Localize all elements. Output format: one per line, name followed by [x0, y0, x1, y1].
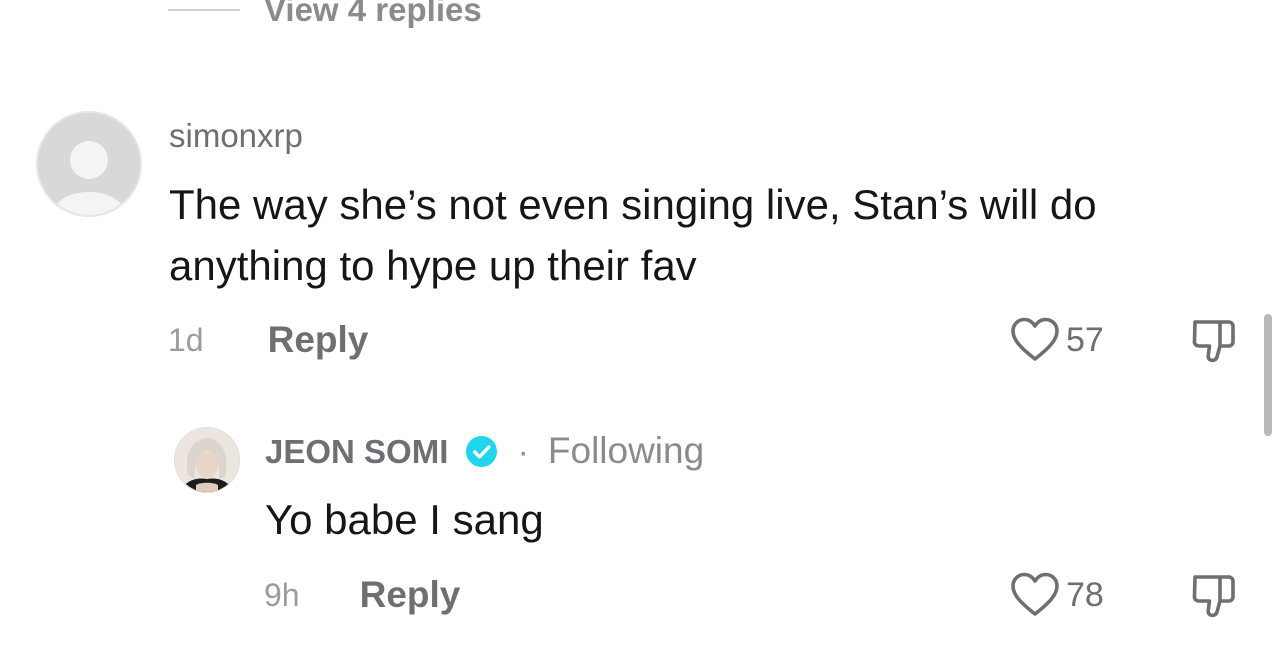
- comment-username[interactable]: JEON SOMI: [265, 433, 448, 470]
- comment-text: The way she’s not even singing live, Sta…: [169, 174, 1249, 296]
- heart-outline-icon: [1011, 572, 1059, 616]
- avatar[interactable]: [36, 111, 142, 217]
- verified-check-icon: [465, 435, 497, 467]
- dislike-button[interactable]: [1189, 318, 1237, 369]
- like-button[interactable]: 57: [1010, 317, 1104, 363]
- comment-text: Yo babe I sang: [265, 496, 544, 543]
- profile-photo: [175, 428, 239, 492]
- comment-text-line: The way she’s not even singing live, Sta…: [169, 181, 1097, 228]
- following-status[interactable]: Following: [548, 430, 704, 471]
- comment-username[interactable]: simonxrp: [169, 117, 303, 155]
- reply-button[interactable]: Reply: [268, 319, 369, 361]
- dislike-button[interactable]: [1189, 573, 1237, 624]
- heart-outline-icon: [1011, 317, 1059, 361]
- scrollbar-thumb[interactable]: [1264, 314, 1272, 436]
- comment-meta-row: 9h Reply: [264, 573, 460, 617]
- replies-divider-line: [168, 9, 240, 11]
- separator-dot: ·: [517, 433, 529, 470]
- reply-button[interactable]: Reply: [360, 574, 461, 616]
- like-button[interactable]: 78: [1010, 572, 1104, 618]
- view-replies-label: View 4 replies: [264, 0, 482, 28]
- like-count: 57: [1066, 320, 1104, 359]
- reply-username-row: JEON SOMI · Following: [265, 430, 704, 472]
- thumbs-down-icon: [1192, 320, 1235, 363]
- default-user-avatar-icon: [53, 141, 125, 215]
- comment-meta-row: 1d Reply: [168, 318, 368, 362]
- view-replies-button[interactable]: View 4 replies: [168, 0, 482, 32]
- avatar[interactable]: [174, 427, 240, 493]
- comment-timestamp: 9h: [264, 576, 300, 613]
- comment-timestamp: 1d: [168, 321, 204, 358]
- comment-text-line: anything to hype up their fav: [169, 242, 697, 289]
- thumbs-down-icon: [1192, 575, 1235, 618]
- comments-panel: View 4 replies simonxrp The way she’s no…: [0, 0, 1284, 656]
- like-count: 78: [1066, 575, 1104, 614]
